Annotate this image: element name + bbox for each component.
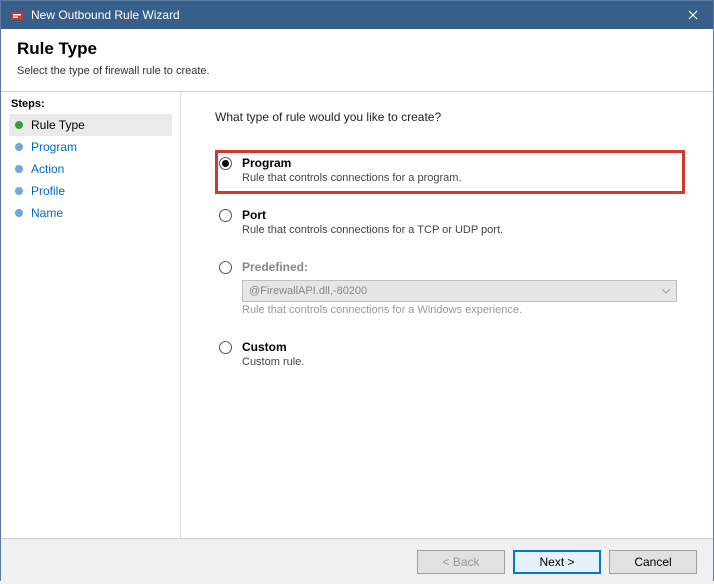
window-title: New Outbound Rule Wizard — [31, 8, 673, 22]
wizard-footer: < Back Next > Cancel — [1, 538, 713, 584]
step-name[interactable]: Name — [9, 202, 172, 224]
steps-sidebar: Steps: Rule Type Program Action Profile Name — [1, 92, 181, 538]
option-title: Predefined: — [242, 260, 677, 274]
next-button[interactable]: Next > — [513, 550, 601, 574]
cancel-button[interactable]: Cancel — [609, 550, 697, 574]
option-desc: Rule that controls connections for a Win… — [242, 304, 677, 316]
page-title: Rule Type — [17, 39, 697, 59]
option-desc: Rule that controls connections for a pro… — [242, 172, 677, 184]
rule-option-predefined[interactable]: Predefined: @FirewallAPI.dll,-80200 Rule t… — [215, 254, 685, 326]
radio-button[interactable] — [219, 209, 232, 222]
back-button: < Back — [417, 550, 505, 574]
close-button[interactable] — [673, 1, 713, 29]
option-title: Program — [242, 156, 677, 170]
step-bullet-icon — [15, 121, 23, 129]
step-label: Rule Type — [31, 118, 85, 132]
step-bullet-icon — [15, 143, 23, 151]
option-title: Port — [242, 208, 677, 222]
option-desc: Rule that controls connections for a TCP… — [242, 224, 677, 236]
step-label: Action — [31, 162, 64, 176]
radio-button[interactable] — [219, 261, 232, 274]
step-profile[interactable]: Profile — [9, 180, 172, 202]
titlebar: New Outbound Rule Wizard — [1, 1, 713, 29]
step-bullet-icon — [15, 187, 23, 195]
rule-option-program[interactable]: Program Rule that controls connections fo… — [215, 150, 685, 194]
step-program[interactable]: Program — [9, 136, 172, 158]
steps-heading: Steps: — [9, 98, 172, 110]
option-desc: Custom rule. — [242, 356, 677, 368]
predefined-select: @FirewallAPI.dll,-80200 — [242, 280, 677, 302]
page-subtitle: Select the type of firewall rule to crea… — [17, 65, 697, 77]
radio-button[interactable] — [219, 157, 232, 170]
chevron-down-icon — [662, 285, 670, 297]
content-pane: What type of rule would you like to crea… — [181, 92, 713, 538]
question-text: What type of rule would you like to crea… — [215, 110, 685, 124]
app-icon — [9, 7, 25, 23]
wizard-header: Rule Type Select the type of firewall ru… — [1, 29, 713, 92]
step-bullet-icon — [15, 165, 23, 173]
step-label: Profile — [31, 184, 65, 198]
predefined-select-value: @FirewallAPI.dll,-80200 — [249, 285, 367, 297]
step-bullet-icon — [15, 209, 23, 217]
rule-option-port[interactable]: Port Rule that controls connections for a… — [215, 202, 685, 246]
radio-button[interactable] — [219, 341, 232, 354]
step-rule-type[interactable]: Rule Type — [9, 114, 172, 136]
rule-option-custom[interactable]: Custom Custom rule. — [215, 334, 685, 378]
step-label: Name — [31, 206, 63, 220]
option-title: Custom — [242, 340, 677, 354]
step-action[interactable]: Action — [9, 158, 172, 180]
step-label: Program — [31, 140, 77, 154]
